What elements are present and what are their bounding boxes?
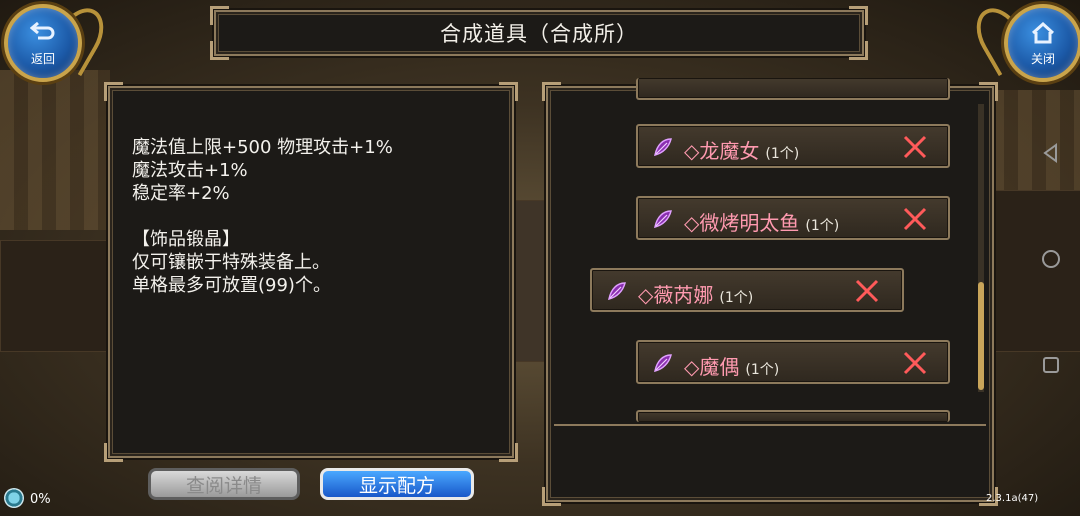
item-info-panel: 魔法值上限+500 物理攻击+1% 魔法攻击+1% 稳定率+2% 【饰品锻晶】 … [104,82,518,462]
list-item-partial [636,78,950,100]
info-line: 仅可镶嵌于特殊装备上。 [132,252,330,273]
item-name: ◇薇芮娜 (1个) [638,283,754,307]
list-item-selected[interactable]: ◇薇芮娜 (1个) [590,268,904,312]
info-line: 魔法值上限+500 物理攻击+1% [132,137,393,158]
scrollbar-thumb[interactable] [978,282,984,390]
close-label: 关闭 [1030,52,1055,66]
remove-x-icon[interactable] [900,348,930,378]
remove-x-icon[interactable] [900,132,930,162]
list-item[interactable]: ◇魔偶 (1个) [636,340,950,384]
show-recipe-button[interactable]: 显示配方 [320,468,474,500]
list-item[interactable]: ◇微烤明太鱼 (1个) [636,196,950,240]
list-item[interactable]: ◇龙魔女 (1个) [636,124,950,168]
house-icon [1008,21,1078,50]
purple-feather-gem-icon [654,138,672,157]
list-item-partial [636,410,950,422]
divider [554,424,986,426]
purple-feather-gem-icon [654,210,672,229]
home-circle-icon[interactable] [1040,248,1062,270]
version-label: 2.3.1a(47) [986,493,1039,504]
title-bar: 合成道具（合成所） [210,6,868,60]
info-line: 魔法攻击+1% [132,160,248,181]
info-line: 单格最多可放置(99)个。 [132,275,331,296]
loading-ring-icon [4,488,24,508]
recents-square-icon[interactable] [1040,354,1062,376]
remove-x-icon[interactable] [900,204,930,234]
purple-feather-gem-icon [608,282,626,301]
page-title: 合成道具（合成所） [440,22,638,46]
remove-x-icon[interactable] [852,276,882,306]
item-name: ◇龙魔女 (1个) [684,139,800,163]
item-name: ◇魔偶 (1个) [684,355,780,379]
item-name: ◇微烤明太鱼 (1个) [684,211,840,235]
view-details-button[interactable]: 查阅详情 [148,468,300,500]
progress-percent: 0% [30,492,51,507]
item-description: 魔法值上限+500 物理攻击+1% 魔法攻击+1% 稳定率+2% 【饰品锻晶】 … [132,136,502,297]
back-triangle-icon[interactable] [1040,142,1062,164]
back-label: 返回 [30,52,55,66]
purple-feather-gem-icon [654,354,672,373]
return-arrow-icon [8,21,78,50]
info-line: 【饰品锻晶】 [132,229,240,250]
back-button[interactable]: 返回 [4,4,82,82]
info-line: 稳定率+2% [132,183,230,204]
close-button[interactable]: 关闭 [1004,4,1080,82]
